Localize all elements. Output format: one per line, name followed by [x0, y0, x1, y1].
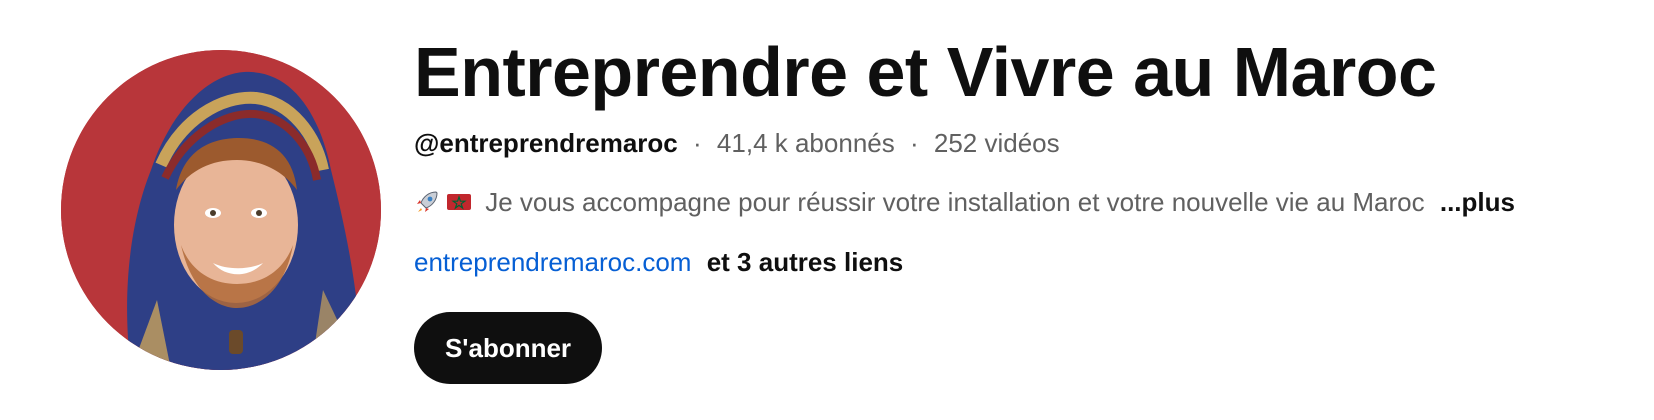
avatar-portrait — [61, 50, 381, 370]
subscribe-button[interactable]: S'abonner — [414, 312, 602, 384]
subscriber-count: 41,4 k abonnés — [716, 128, 895, 158]
channel-info: Entreprendre et Vivre au Maroc @entrepre… — [414, 30, 1634, 384]
website-link[interactable]: entreprendremaroc.com — [414, 247, 691, 277]
channel-links: entreprendremaroc.com et 3 autres liens — [414, 245, 903, 279]
description-text: Je vous accompagne pour réussir votre in… — [485, 187, 1425, 217]
channel-avatar[interactable] — [61, 50, 381, 370]
channel-header: Entreprendre et Vivre au Maroc @entrepre… — [0, 0, 1654, 420]
meta-separator: · — [909, 128, 919, 158]
channel-description[interactable]: Je vous accompagne pour réussir votre in… — [414, 185, 1515, 223]
more-button[interactable]: ...plus — [1440, 187, 1515, 217]
channel-handle[interactable]: @entreprendremaroc — [414, 128, 678, 158]
rocket-emoji-icon — [414, 189, 440, 223]
morocco-flag-emoji-icon — [446, 189, 472, 223]
channel-title: Entreprendre et Vivre au Maroc — [414, 33, 1437, 111]
other-links-button[interactable]: et 3 autres liens — [707, 247, 904, 277]
video-count[interactable]: 252 vidéos — [934, 128, 1060, 158]
meta-separator: · — [693, 128, 702, 158]
channel-meta: @entreprendremaroc · 41,4 k abonnés · 25… — [414, 126, 1060, 160]
